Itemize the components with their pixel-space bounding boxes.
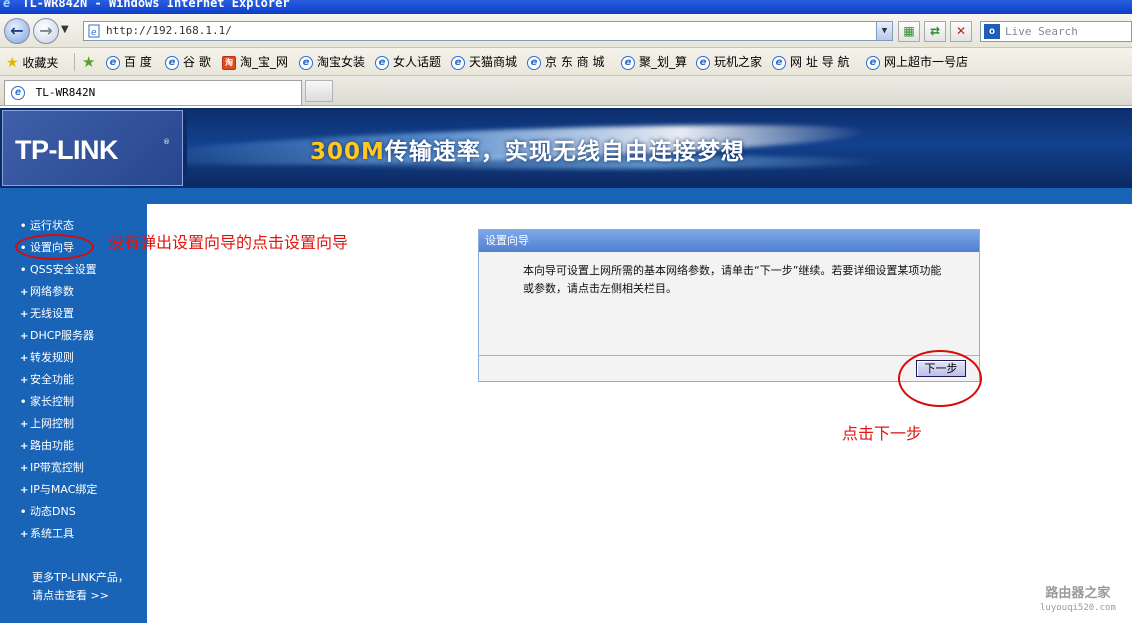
favorite-link[interactable]: e京 东 商 城 bbox=[527, 53, 604, 70]
ie-page-icon: e bbox=[299, 55, 313, 70]
setup-wizard-panel: 设置向导 本向导可设置上网所需的基本网络参数，请单击“下一步”继续。若要详细设置… bbox=[478, 229, 980, 382]
address-toolbar: ← → ▼ e http://192.168.1.1/ ▼ ▦ ⇄ ✕ o Li… bbox=[0, 14, 1132, 48]
address-input[interactable]: e http://192.168.1.1/ ▼ bbox=[83, 21, 893, 41]
sidebar-item-ddns[interactable]: • 动态DNS bbox=[20, 504, 97, 526]
annotation-next-note: 点击下一步 bbox=[842, 424, 923, 443]
ie-page-icon: e bbox=[696, 55, 710, 70]
add-favorite-icon[interactable]: ★ bbox=[82, 53, 95, 71]
compatibility-view-icon[interactable]: ▦ bbox=[898, 21, 920, 42]
taobao-icon: 淘 bbox=[222, 55, 236, 70]
logo-text: TP-LINK bbox=[15, 135, 118, 165]
ie-page-icon: e bbox=[106, 55, 120, 70]
ie-icon: e bbox=[3, 0, 11, 10]
search-placeholder: Live Search bbox=[1005, 25, 1078, 38]
sidebar-item-network[interactable]: + 网络参数 bbox=[20, 284, 97, 306]
watermark-name: 路由器之家 bbox=[1045, 586, 1111, 601]
banner-art: 300M传输速率，实现无线自由连接梦想 bbox=[187, 110, 1132, 186]
sidebar-item-wireless[interactable]: + 无线设置 bbox=[20, 306, 97, 328]
favorites-bar: ★ 收藏夹 ★ e百 度 e谷 歌 淘淘_宝_网 e 淘宝女装 e 女人话题 e 天猫… bbox=[0, 48, 1132, 76]
favorite-link[interactable]: e 女人话题 bbox=[375, 53, 441, 70]
stop-icon[interactable]: ✕ bbox=[950, 21, 972, 42]
sidebar-item-ip-mac-binding[interactable]: + IP与MAC绑定 bbox=[20, 482, 97, 504]
banner-slogan: 300M传输速率，实现无线自由连接梦想 bbox=[310, 139, 745, 165]
ie-page-icon: e bbox=[11, 86, 25, 100]
sidebar-item-routing[interactable]: + 路由功能 bbox=[20, 438, 97, 460]
favorite-link[interactable]: e 天猫商城 bbox=[451, 53, 517, 70]
favorite-link[interactable]: e 淘宝女装 bbox=[299, 53, 365, 70]
ie-page-icon: e bbox=[866, 55, 880, 70]
live-search-icon: o bbox=[984, 24, 1000, 39]
favorites-label: 收藏夹 bbox=[22, 56, 59, 70]
sidebar-item-dhcp[interactable]: + DHCP服务器 bbox=[20, 328, 97, 350]
header-blue-bar bbox=[0, 188, 1132, 204]
sidebar-item-forwarding[interactable]: + 转发规则 bbox=[20, 350, 97, 372]
annotation-circle-next bbox=[898, 350, 982, 407]
watermark: 路由器之家 luyouqi520.com bbox=[1040, 586, 1116, 616]
address-url: http://192.168.1.1/ bbox=[106, 24, 232, 37]
sidebar-item-qss[interactable]: • QSS安全设置 bbox=[20, 262, 97, 284]
sidebar-item-access-control[interactable]: + 上网控制 bbox=[20, 416, 97, 438]
wizard-divider bbox=[479, 355, 979, 356]
tab-title: TL-WR842N bbox=[35, 86, 96, 99]
ie-page-icon: e bbox=[375, 55, 389, 70]
favorite-link[interactable]: e 聚_划_算 bbox=[621, 53, 687, 70]
annotation-sidebar-note: 没有弹出设置向导的点击设置向导 bbox=[108, 233, 349, 252]
tab-strip: e TL-WR842N bbox=[0, 76, 1132, 106]
sidebar-item-system-tools[interactable]: + 系统工具 bbox=[20, 526, 97, 548]
annotation-circle-setup-wizard bbox=[15, 234, 94, 260]
favorites-star-icon: ★ bbox=[6, 55, 19, 71]
tplink-logo: TP-LINK ® bbox=[2, 110, 183, 186]
favorite-link[interactable]: e 玩机之家 bbox=[696, 53, 762, 70]
ie-page-icon: e bbox=[621, 55, 635, 70]
logo-registered-mark: ® bbox=[163, 138, 170, 146]
wizard-description: 本向导可设置上网所需的基本网络参数，请单击“下一步”继续。若要详细设置某项功能或… bbox=[523, 264, 942, 295]
ie-page-icon: e bbox=[451, 55, 465, 70]
wizard-title: 设置向导 bbox=[479, 230, 979, 252]
sidebar-item-parental-control[interactable]: • 家长控制 bbox=[20, 394, 97, 416]
address-dropdown-icon[interactable]: ▼ bbox=[876, 22, 892, 40]
back-button[interactable]: ← bbox=[4, 18, 30, 44]
svg-text:e: e bbox=[91, 28, 97, 38]
sidebar-item-security[interactable]: + 安全功能 bbox=[20, 372, 97, 394]
history-dropdown-icon[interactable]: ▼ bbox=[61, 24, 73, 36]
page-icon: e bbox=[88, 24, 100, 38]
sidebar-item-bandwidth[interactable]: + IP带宽控制 bbox=[20, 460, 97, 482]
favorite-link[interactable]: e网 址 导 航 bbox=[772, 53, 849, 70]
window-title-bar: e TL-WR842N - Windows Internet Explorer bbox=[0, 0, 1132, 14]
watermark-url: luyouqi520.com bbox=[1040, 603, 1116, 613]
search-input[interactable]: o Live Search bbox=[980, 21, 1132, 42]
ie-page-icon: e bbox=[772, 55, 786, 70]
favorites-separator bbox=[74, 53, 75, 71]
sidebar-menu: • 运行状态 • 设置向导 • QSS安全设置 + 网络参数 + 无线设置 + DHCP服务… bbox=[20, 218, 97, 548]
favorites-button[interactable]: ★ 收藏夹 bbox=[6, 54, 58, 71]
ie-page-icon: e bbox=[165, 55, 179, 70]
favorite-link[interactable]: e百 度 bbox=[106, 53, 152, 70]
favorite-link[interactable]: e谷 歌 bbox=[165, 53, 211, 70]
more-products-link[interactable]: 更多TP-LINK产品， 请点击查看 >> bbox=[32, 569, 129, 605]
window-title: TL-WR842N - Windows Internet Explorer bbox=[22, 0, 290, 10]
header-banner: TP-LINK ® 300M传输速率，实现无线自由连接梦想 bbox=[0, 108, 1132, 188]
new-tab-button[interactable] bbox=[305, 80, 333, 102]
favorite-link[interactable]: 淘淘_宝_网 bbox=[222, 53, 288, 70]
tab-router[interactable]: e TL-WR842N bbox=[4, 80, 302, 105]
favorite-link[interactable]: e 网上超市一号店 bbox=[866, 53, 968, 70]
ie-page-icon: e bbox=[527, 55, 541, 70]
refresh-icon[interactable]: ⇄ bbox=[924, 21, 946, 42]
forward-button[interactable]: → bbox=[33, 18, 59, 44]
